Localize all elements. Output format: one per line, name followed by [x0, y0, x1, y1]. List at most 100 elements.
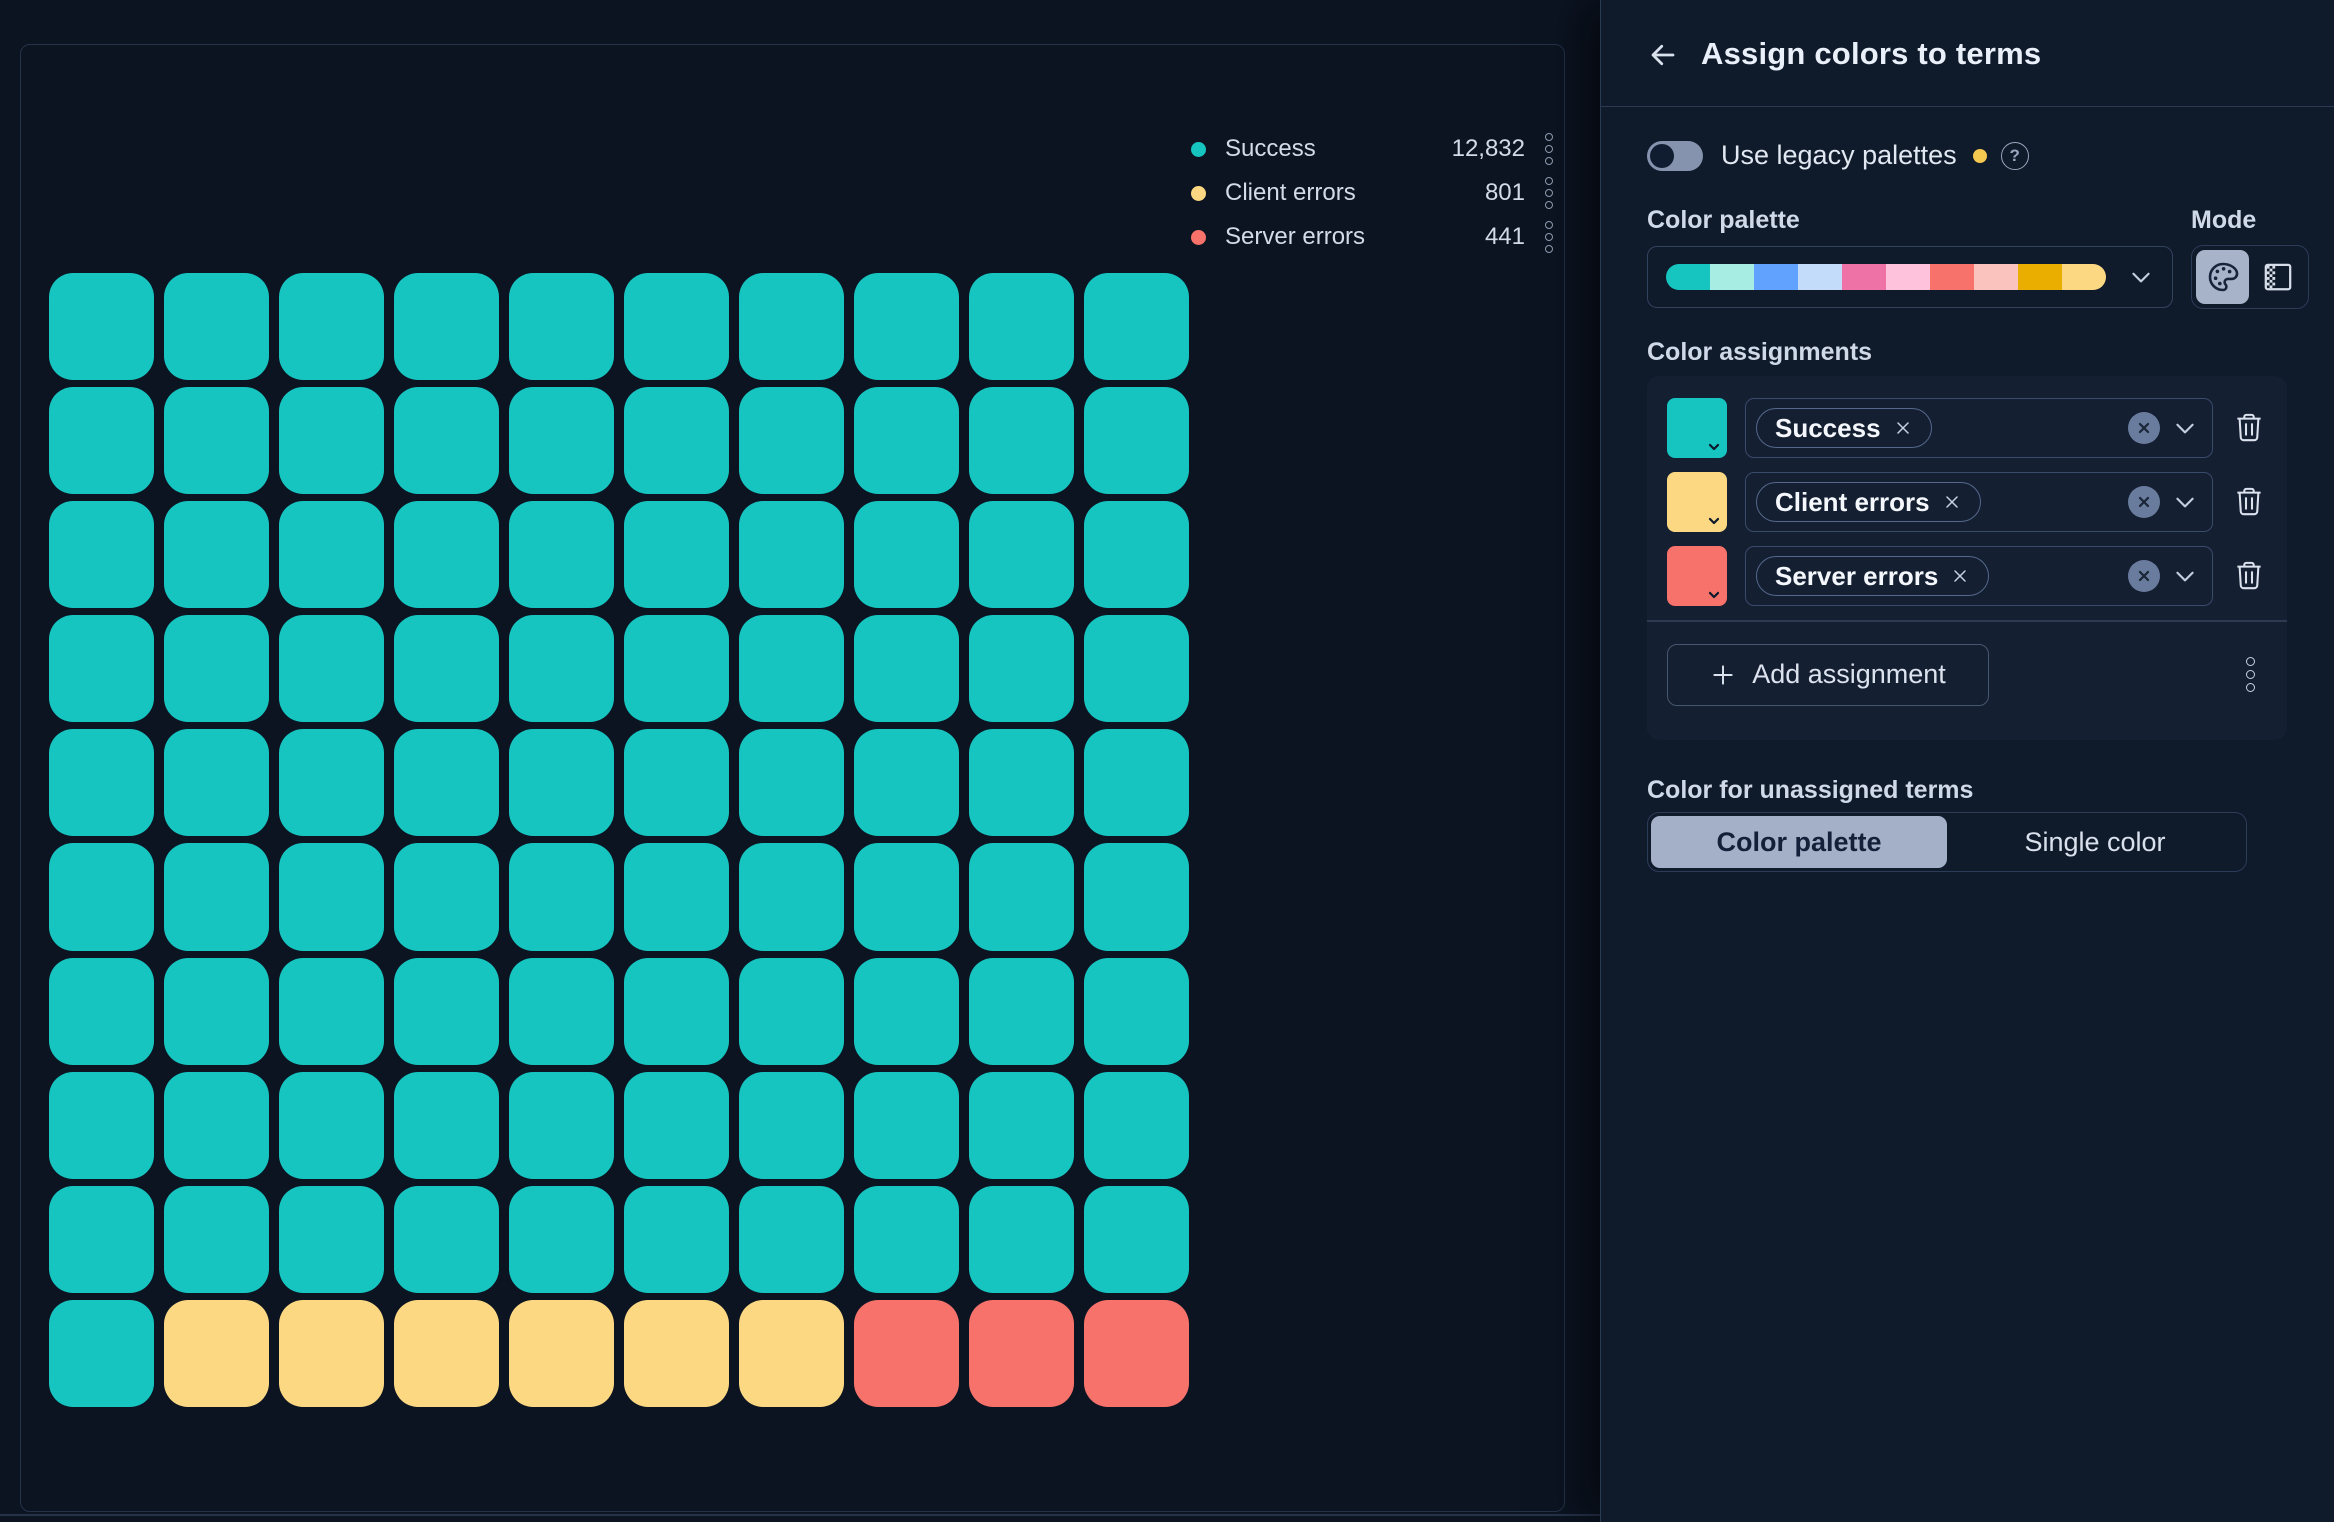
waffle-cell[interactable]: [394, 1186, 499, 1293]
waffle-cell[interactable]: [624, 387, 729, 494]
waffle-cell[interactable]: [49, 387, 154, 494]
add-assignment-button[interactable]: Add assignment: [1667, 644, 1989, 706]
waffle-cell[interactable]: [624, 501, 729, 608]
waffle-cell[interactable]: [854, 387, 959, 494]
waffle-cell[interactable]: [1084, 387, 1189, 494]
waffle-cell[interactable]: [394, 501, 499, 608]
waffle-cell[interactable]: [739, 729, 844, 836]
waffle-cell[interactable]: [509, 615, 614, 722]
waffle-cell[interactable]: [854, 843, 959, 950]
color-swatch-button[interactable]: [1667, 398, 1727, 458]
waffle-cell[interactable]: [969, 1186, 1074, 1293]
waffle-cell[interactable]: [1084, 843, 1189, 950]
waffle-cell[interactable]: [739, 273, 844, 380]
waffle-cell[interactable]: [394, 273, 499, 380]
waffle-cell[interactable]: [739, 501, 844, 608]
waffle-cell[interactable]: [509, 387, 614, 494]
legend-actions-icon[interactable]: [1543, 175, 1555, 211]
waffle-cell[interactable]: [394, 1300, 499, 1407]
waffle-cell[interactable]: [969, 1072, 1074, 1179]
waffle-cell[interactable]: [739, 1072, 844, 1179]
waffle-cell[interactable]: [49, 1072, 154, 1179]
waffle-cell[interactable]: [1084, 729, 1189, 836]
waffle-cell[interactable]: [49, 615, 154, 722]
assignments-more-actions-icon[interactable]: [2244, 655, 2257, 694]
waffle-cell[interactable]: [279, 1072, 384, 1179]
waffle-cell[interactable]: [49, 729, 154, 836]
waffle-cell[interactable]: [164, 958, 269, 1065]
waffle-cell[interactable]: [854, 1300, 959, 1407]
waffle-cell[interactable]: [969, 1300, 1074, 1407]
chevron-down-icon[interactable]: [2172, 563, 2198, 589]
color-palette-select[interactable]: [1647, 246, 2173, 308]
waffle-cell[interactable]: [164, 387, 269, 494]
waffle-cell[interactable]: [164, 1186, 269, 1293]
clear-selection-button[interactable]: [2128, 412, 2160, 444]
back-button[interactable]: [1641, 33, 1685, 77]
legend-item-success[interactable]: Success 12,832: [1191, 127, 1555, 171]
waffle-cell[interactable]: [279, 843, 384, 950]
waffle-cell[interactable]: [624, 729, 729, 836]
waffle-cell[interactable]: [394, 1072, 499, 1179]
color-swatch-button[interactable]: [1667, 472, 1727, 532]
waffle-cell[interactable]: [164, 615, 269, 722]
waffle-cell[interactable]: [509, 273, 614, 380]
legend-item-server-errors[interactable]: Server errors 441: [1191, 215, 1555, 259]
waffle-cell[interactable]: [1084, 958, 1189, 1065]
option-color-palette[interactable]: Color palette: [1651, 816, 1947, 868]
waffle-cell[interactable]: [394, 615, 499, 722]
waffle-cell[interactable]: [854, 615, 959, 722]
waffle-cell[interactable]: [624, 1186, 729, 1293]
waffle-cell[interactable]: [509, 958, 614, 1065]
waffle-cell[interactable]: [969, 843, 1074, 950]
waffle-cell[interactable]: [624, 1300, 729, 1407]
term-pill[interactable]: Success: [1756, 408, 1932, 448]
waffle-cell[interactable]: [509, 1300, 614, 1407]
help-icon[interactable]: ?: [2001, 142, 2029, 170]
waffle-cell[interactable]: [279, 615, 384, 722]
delete-assignment-button[interactable]: [2231, 479, 2267, 525]
waffle-cell[interactable]: [164, 273, 269, 380]
waffle-cell[interactable]: [969, 501, 1074, 608]
waffle-cell[interactable]: [509, 1186, 614, 1293]
waffle-cell[interactable]: [164, 501, 269, 608]
delete-assignment-button[interactable]: [2231, 405, 2267, 451]
term-combobox[interactable]: Server errors: [1745, 546, 2213, 606]
waffle-cell[interactable]: [854, 1072, 959, 1179]
waffle-cell[interactable]: [1084, 501, 1189, 608]
waffle-cell[interactable]: [164, 843, 269, 950]
legend-actions-icon[interactable]: [1543, 219, 1555, 255]
waffle-cell[interactable]: [624, 615, 729, 722]
waffle-cell[interactable]: [279, 1186, 384, 1293]
waffle-cell[interactable]: [1084, 1186, 1189, 1293]
waffle-cell[interactable]: [394, 387, 499, 494]
remove-term-icon[interactable]: [1893, 418, 1913, 438]
waffle-cell[interactable]: [854, 958, 959, 1065]
waffle-cell[interactable]: [394, 729, 499, 836]
waffle-cell[interactable]: [49, 273, 154, 380]
term-pill[interactable]: Client errors: [1756, 482, 1981, 522]
delete-assignment-button[interactable]: [2231, 553, 2267, 599]
waffle-cell[interactable]: [49, 958, 154, 1065]
waffle-cell[interactable]: [1084, 615, 1189, 722]
remove-term-icon[interactable]: [1950, 566, 1970, 586]
waffle-cell[interactable]: [969, 958, 1074, 1065]
term-combobox[interactable]: Client errors: [1745, 472, 2213, 532]
waffle-cell[interactable]: [164, 1072, 269, 1179]
use-legacy-palettes-toggle[interactable]: [1647, 141, 1703, 171]
waffle-cell[interactable]: [624, 1072, 729, 1179]
waffle-cell[interactable]: [509, 501, 614, 608]
chevron-down-icon[interactable]: [2172, 415, 2198, 441]
waffle-cell[interactable]: [624, 843, 729, 950]
waffle-cell[interactable]: [969, 615, 1074, 722]
waffle-cell[interactable]: [739, 387, 844, 494]
waffle-cell[interactable]: [509, 1072, 614, 1179]
waffle-cell[interactable]: [49, 1300, 154, 1407]
waffle-cell[interactable]: [739, 1300, 844, 1407]
clear-selection-button[interactable]: [2128, 560, 2160, 592]
option-single-color[interactable]: Single color: [1947, 816, 2243, 868]
color-swatch-button[interactable]: [1667, 546, 1727, 606]
term-pill[interactable]: Server errors: [1756, 556, 1989, 596]
waffle-cell[interactable]: [279, 387, 384, 494]
waffle-cell[interactable]: [1084, 1300, 1189, 1407]
